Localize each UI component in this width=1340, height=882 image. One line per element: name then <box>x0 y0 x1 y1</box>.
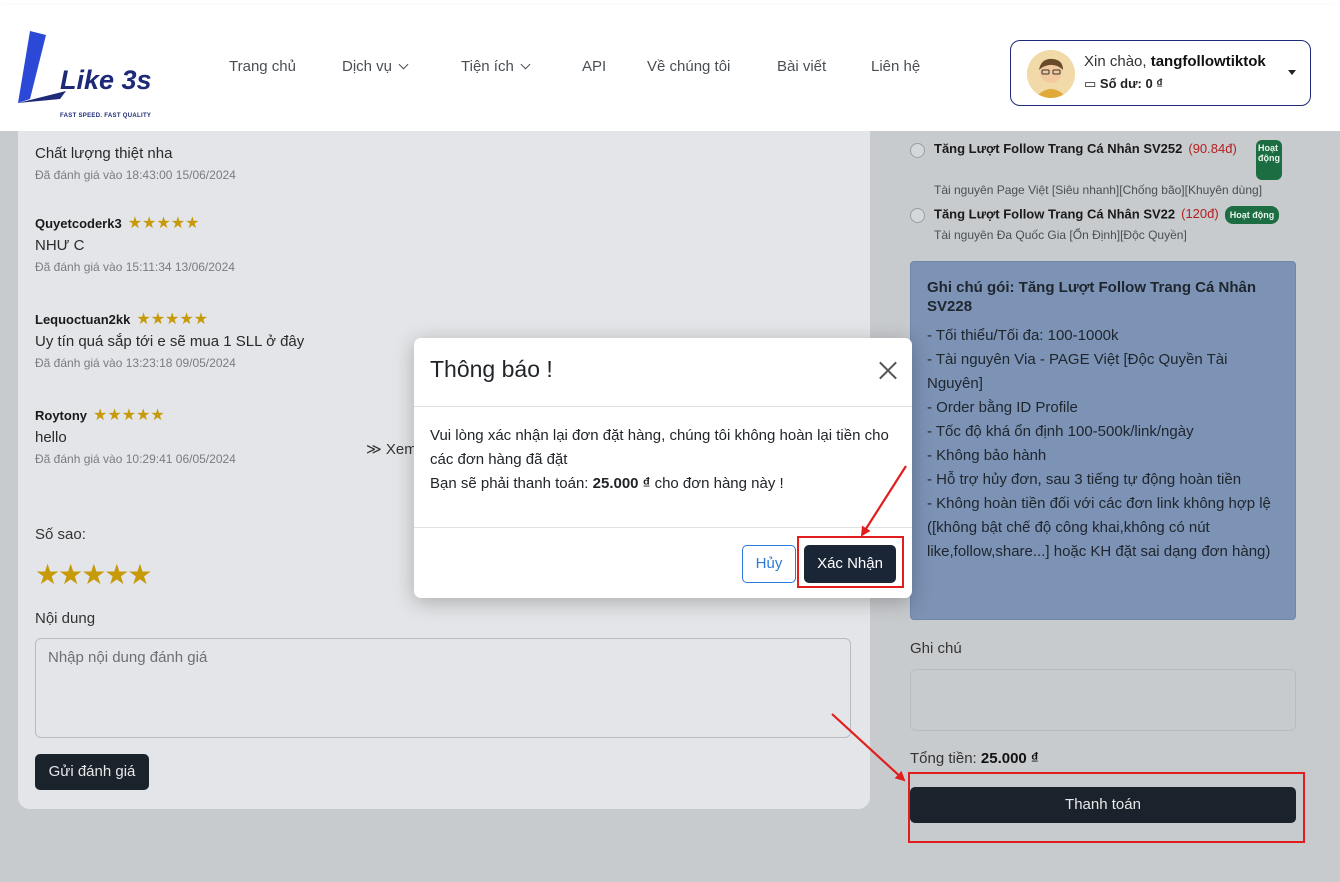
balance-text: Số dư: 0 ₫ <box>1099 76 1163 91</box>
package-note: Ghi chú gói: Tăng Lượt Follow Trang Cá N… <box>910 261 1296 620</box>
payment-prefix: Bạn sẽ phải thanh toán: <box>430 475 589 492</box>
chevron-down-icon <box>398 59 409 70</box>
site-logo[interactable]: Like 3s FAST SPEED. FAST QUALITY <box>16 27 176 119</box>
logo-tagline: FAST SPEED. FAST QUALITY <box>60 113 152 119</box>
total-label: Tổng tiền: <box>910 750 977 767</box>
package-note-line: - Order bằng ID Profile <box>927 399 1078 416</box>
service-title: Tăng Lượt Follow Trang Cá Nhân SV22 (120đ… <box>934 206 1280 224</box>
rating-stars-icon: ★★★★★ <box>127 215 200 232</box>
nav-services-label: Dịch vụ <box>342 58 393 75</box>
payment-amount: 25.000 ₫ <box>592 475 651 492</box>
nav-about[interactable]: Về chúng tôi <box>647 58 730 75</box>
double-chevron-down-icon: ≫ <box>366 441 382 458</box>
service-price: (120đ) <box>1181 206 1219 222</box>
radio-button[interactable] <box>910 208 925 223</box>
dialog-payment-line: Bạn sẽ phải thanh toán: 25.000 ₫ cho đơn… <box>430 472 900 496</box>
review-date: Đã đánh giá vào 13:23:18 09/05/2024 <box>35 356 236 370</box>
review-content-input[interactable]: Nhập nội dung đánh giá <box>35 638 851 738</box>
nav-home[interactable]: Trang chủ <box>229 58 296 75</box>
package-note-line: - Tốc độ khá ổn định 100-500k/link/ngày <box>927 423 1194 440</box>
close-icon[interactable] <box>878 360 898 380</box>
rating-stars-icon: ★★★★★ <box>136 311 209 328</box>
review-text: Chất lượng thiệt nha <box>35 145 173 162</box>
package-note-line: - Tài nguyên Via - PAGE Việt [Độc Quyền … <box>927 351 1228 392</box>
review-text: Uy tín quá sắp tới e sẽ mua 1 SLL ở đây <box>35 333 305 350</box>
service-option[interactable]: Tăng Lượt Follow Trang Cá Nhân SV252 (90.… <box>910 141 1300 197</box>
content-label: Nội dung <box>35 610 96 627</box>
review-item: Quyetcoderk3 ★★★★★ NHƯ C Đã đánh giá vào … <box>35 213 235 274</box>
review-author: Quyetcoderk3 <box>35 216 122 231</box>
review-item: Roytony ★★★★★ hello Đã đánh giá vào 10:29… <box>35 405 236 466</box>
service-name: Tăng Lượt Follow Trang Cá Nhân SV22 <box>934 206 1176 222</box>
nav-utilities[interactable]: Tiện ích <box>461 58 531 75</box>
logo-text: Like 3s <box>60 65 152 95</box>
show-more-label: Xem <box>385 441 417 458</box>
total-value: 25.000 ₫ <box>980 750 1039 767</box>
annotation-highlight-confirm <box>797 536 904 588</box>
package-note-line: - Không hoàn tiền đối với các đơn link k… <box>927 495 1271 560</box>
service-name: Tăng Lượt Follow Trang Cá Nhân SV252 <box>934 141 1183 156</box>
review-item: Chất lượng thiệt nha Đã đánh giá vào 18:… <box>35 141 236 182</box>
nav-contact[interactable]: Liên hệ <box>871 58 920 75</box>
user-menu[interactable]: Xin chào, tangfollowtiktok ▭ Số dư: 0 ₫ <box>1010 40 1311 106</box>
caret-down-icon <box>1288 70 1296 75</box>
site-header: Like 3s FAST SPEED. FAST QUALITY Trang c… <box>0 5 1340 131</box>
package-note-line: - Tối thiểu/Tối đa: 100-1000k <box>927 327 1119 344</box>
rating-stars-icon: ★★★★★ <box>93 407 165 424</box>
service-desc: Tài nguyên Đa Quốc Gia [Ổn Định][Độc Quy… <box>934 228 1187 242</box>
greeting-text: Xin chào, <box>1084 53 1147 70</box>
show-more-link[interactable]: ≫ Xem <box>366 440 417 458</box>
review-item: Lequoctuan2kk ★★★★★ Uy tín quá sắp tới e … <box>35 309 304 370</box>
stars-label: Số sao: <box>35 526 86 543</box>
review-date: Đã đánh giá vào 15:11:34 13/06/2024 <box>35 260 235 274</box>
payment-suffix: cho đơn hàng này ! <box>654 475 784 492</box>
review-date: Đã đánh giá vào 18:43:00 15/06/2024 <box>35 168 236 182</box>
dialog-header: Thông báo ! <box>414 338 912 407</box>
status-badge: Hoạt động <box>1256 140 1282 180</box>
package-note-line: - Không bảo hành <box>927 447 1047 464</box>
user-greeting: Xin chào, tangfollowtiktok <box>1084 53 1266 70</box>
service-desc: Tài nguyên Page Việt [Siêu nhanh][Chống … <box>934 183 1263 197</box>
star-rating-input[interactable]: ★★★★★ <box>35 558 153 591</box>
user-avatar-icon <box>1027 50 1075 98</box>
chevron-down-icon <box>520 59 531 70</box>
review-author: Lequoctuan2kk <box>35 312 131 327</box>
review-date: Đã đánh giá vào 10:29:41 06/05/2024 <box>35 452 236 466</box>
review-author: Roytony <box>35 408 87 423</box>
dialog-body: Vui lòng xác nhận lại đơn đặt hàng, chún… <box>430 424 900 496</box>
review-text: NHƯ C <box>35 237 85 254</box>
review-content-placeholder: Nhập nội dung đánh giá <box>48 649 208 666</box>
order-note-label: Ghi chú <box>910 640 962 657</box>
wallet-icon: ▭ <box>1084 76 1097 91</box>
cancel-button[interactable]: Hủy <box>742 545 796 583</box>
service-option[interactable]: Tăng Lượt Follow Trang Cá Nhân SV22 (120đ… <box>910 206 1300 246</box>
service-title: Tăng Lượt Follow Trang Cá Nhân SV252 (90.… <box>934 141 1237 156</box>
dialog-title: Thông báo ! <box>430 356 553 382</box>
nav-utilities-label: Tiện ích <box>461 58 514 75</box>
order-total: Tổng tiền: 25.000 ₫ <box>910 750 1039 767</box>
radio-button[interactable] <box>910 143 925 158</box>
user-balance: ▭ Số dư: 0 ₫ <box>1084 76 1163 92</box>
status-badge: Hoạt động <box>1224 206 1280 224</box>
package-note-title: Ghi chú gói: Tăng Lượt Follow Trang Cá N… <box>927 279 1257 315</box>
nav-posts[interactable]: Bài viết <box>777 58 826 75</box>
annotation-highlight-pay <box>908 772 1305 843</box>
service-price: (90.84đ) <box>1188 141 1237 156</box>
review-text: hello <box>35 429 67 446</box>
username: tangfollowtiktok <box>1150 53 1266 70</box>
order-note-input[interactable] <box>910 669 1296 731</box>
dialog-message: Vui lòng xác nhận lại đơn đặt hàng, chún… <box>430 427 889 468</box>
status-text: Hoạt động <box>1258 143 1280 163</box>
nav-api[interactable]: API <box>582 58 606 75</box>
nav-services[interactable]: Dịch vụ <box>342 58 409 75</box>
submit-review-button[interactable]: Gửi đánh giá <box>35 754 149 790</box>
avatar <box>1027 50 1075 98</box>
package-note-line: - Hỗ trợ hủy đơn, sau 3 tiếng tự động ho… <box>927 471 1242 488</box>
